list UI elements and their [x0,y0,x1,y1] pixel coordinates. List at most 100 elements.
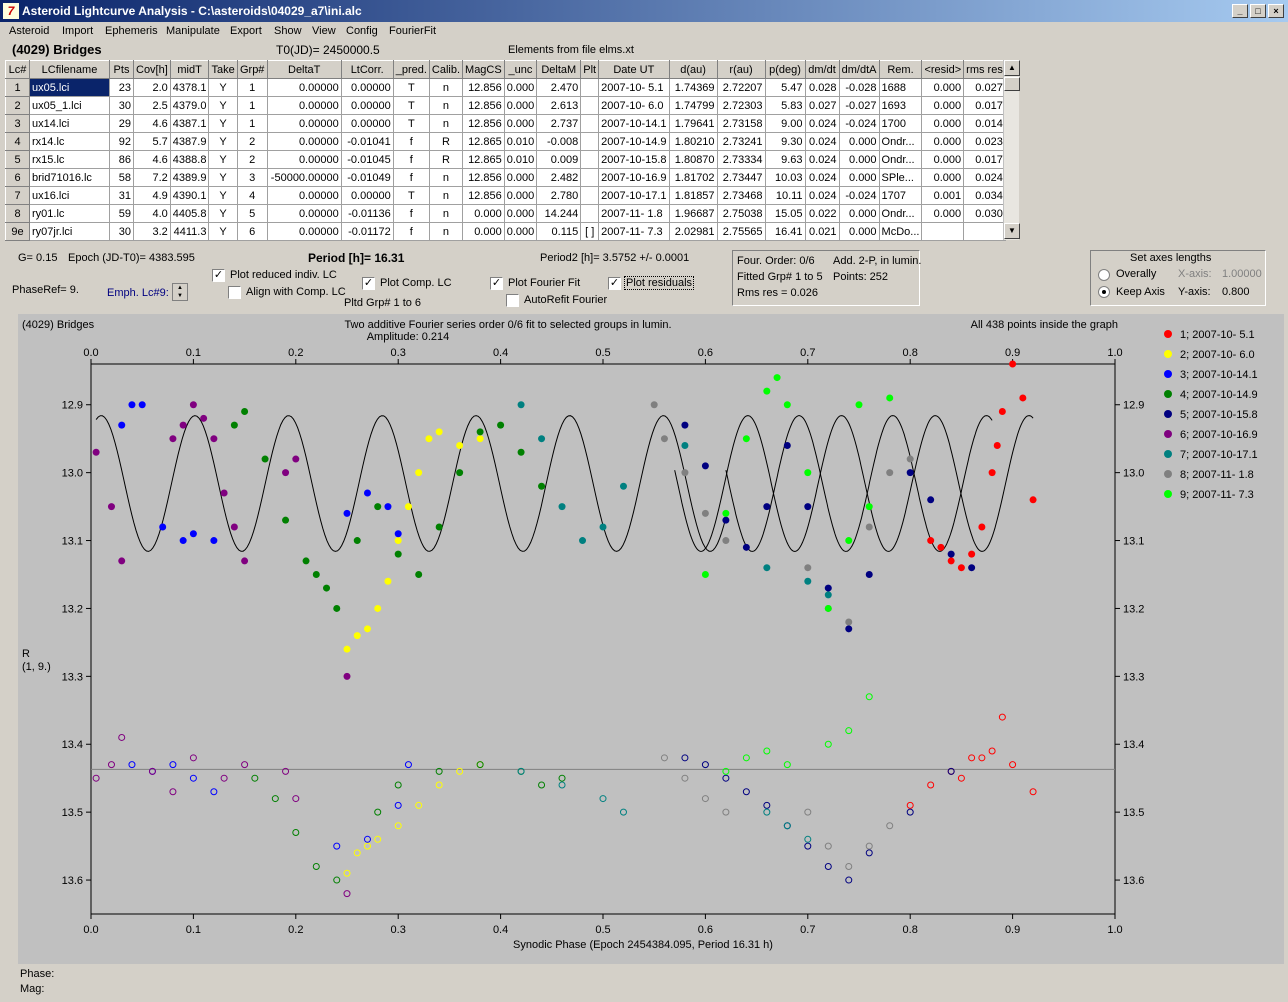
row-header[interactable]: 7 [5,186,30,205]
table-cell[interactable]: T [392,78,430,97]
table-cell[interactable]: Y [208,204,238,223]
table-cell[interactable]: 2.73241 [716,132,766,151]
table-cell[interactable]: 0.000 [838,222,880,241]
table-cell[interactable]: 2007-10-17.1 [598,186,670,205]
table-cell[interactable]: 1.81857 [668,186,718,205]
lightcurve-table[interactable]: Lc# LCfilename Pts Cov[h] midT Take Grp# DeltaT… [5,60,1006,241]
row-header[interactable]: 3 [5,114,30,133]
table-cell[interactable]: 2.737 [536,114,582,133]
minimize-button[interactable]: _ [1232,4,1248,18]
table-cell[interactable]: 1.80870 [668,150,718,169]
table-cell[interactable]: 2 [236,132,268,151]
table-cell[interactable]: 2007-10- 5.1 [598,78,670,97]
table-cell[interactable]: 5.47 [764,78,806,97]
table-cell[interactable]: ux05_1.lci [29,96,110,115]
table-cell[interactable]: T [392,114,430,133]
column-header[interactable]: Cov[h] [133,60,171,79]
table-cell[interactable]: Ondr... [878,132,923,151]
row-header[interactable]: 9e [5,222,30,241]
column-header[interactable]: r(au) [716,60,766,79]
column-header[interactable]: LtCorr. [340,60,394,79]
table-cell[interactable]: Y [208,222,238,241]
table-cell[interactable]: 0.00000 [266,78,342,97]
table-cell[interactable]: 2007-11- 1.8 [598,204,670,223]
table-cell[interactable]: 2.73158 [716,114,766,133]
table-cell[interactable]: 9.63 [764,150,806,169]
table-cell[interactable]: 0.00000 [340,96,394,115]
table-cell[interactable]: n [428,168,464,187]
row-header[interactable]: 1 [5,78,30,97]
table-cell[interactable]: 2.482 [536,168,582,187]
table-cell[interactable]: f [392,204,430,223]
scroll-thumb[interactable] [1004,77,1020,91]
table-cell[interactable]: 4378.1 [169,78,210,97]
menu-view[interactable]: View [312,25,336,37]
table-cell[interactable]: 0.024 [804,186,840,205]
table-cell[interactable]: 0.115 [536,222,582,241]
table-cell[interactable]: 2007-10- 6.0 [598,96,670,115]
table-cell[interactable]: Y [208,114,238,133]
table-cell[interactable]: ux16.lci [29,186,110,205]
table-cell[interactable]: n [428,96,464,115]
row-header[interactable]: 8 [5,204,30,223]
table-cell[interactable]: 9.00 [764,114,806,133]
table-cell[interactable]: -0.01172 [340,222,394,241]
table-cell[interactable]: 4379.0 [169,96,210,115]
column-header[interactable]: dm/dtA [838,60,880,79]
table-row[interactable]: 3 ux14.lci 29 4.6 4387.1 Y 1 0.00000 0.00000 Tn 12… [5,114,1006,133]
table-cell[interactable]: 1700 [878,114,923,133]
menu-ephemeris[interactable]: Ephemeris [105,25,158,37]
table-cell[interactable]: 4 [236,186,268,205]
row-header[interactable]: 4 [5,132,30,151]
table-cell[interactable]: -0.028 [838,78,880,97]
table-cell[interactable]: 2 [236,150,268,169]
table-cell[interactable]: 0.010 [503,132,538,151]
plot-comp-checkbox[interactable]: ✓ [362,277,375,290]
table-cell[interactable]: 4390.1 [169,186,210,205]
table-cell[interactable]: 6 [236,222,268,241]
table-cell[interactable]: -0.01136 [340,204,394,223]
table-cell[interactable]: 4411.3 [169,222,210,241]
table-cell[interactable]: 12.856 [462,168,505,187]
table-cell[interactable]: n [428,186,464,205]
table-row[interactable]: 7 ux16.lci 31 4.9 4390.1 Y 4 0.00000 0.00000 Tn 12… [5,186,1006,205]
table-cell[interactable]: 0.024 [804,132,840,151]
column-header[interactable]: Calib. [428,60,464,79]
table-cell[interactable]: n [428,78,464,97]
column-header[interactable]: Grp# [236,60,268,79]
table-cell[interactable]: f [392,222,430,241]
column-header[interactable]: rms res [963,60,1006,79]
table-cell[interactable]: Y [208,78,238,97]
scroll-down-button[interactable]: ▼ [1004,223,1020,239]
table-cell[interactable]: -0.027 [838,96,880,115]
table-cell[interactable]: 4.6 [133,114,171,133]
table-cell[interactable]: f [392,150,430,169]
table-cell[interactable]: 1.74799 [668,96,718,115]
table-cell[interactable]: 1693 [878,96,923,115]
table-cell[interactable] [580,78,600,97]
table-row[interactable]: 9e ry07jr.lci 30 3.2 4411.3 Y 6 0.00000 -0.01172… [5,222,1006,241]
table-cell[interactable]: 0.00000 [266,186,342,205]
table-cell[interactable]: Y [208,168,238,187]
table-cell[interactable]: 4405.8 [169,204,210,223]
table-cell[interactable]: 2.780 [536,186,582,205]
table-cell[interactable]: R [428,150,464,169]
table-cell[interactable]: 12.865 [462,132,505,151]
table-cell[interactable]: 2.73468 [716,186,766,205]
lightcurve-plot-panel[interactable]: 0.0 0.0 0.1 0.1 0.2 0.2 0.3 0.3 0.4 0.4 0.5 0.5 0.6 0… [18,314,1284,964]
menu-fourierfit[interactable]: FourierFit [389,25,436,37]
column-header[interactable]: DeltaM [536,60,582,79]
table-cell[interactable]: 2007-10-14.9 [598,132,670,151]
table-cell[interactable]: 0.000 [503,186,538,205]
table-cell[interactable]: -50000.00000 [266,168,342,187]
table-cell[interactable]: brid71016.lc [29,168,110,187]
table-cell[interactable]: 0.000 [921,78,965,97]
table-cell[interactable]: 4.0 [133,204,171,223]
plot-area[interactable] [90,363,1116,915]
table-cell[interactable]: 10.03 [764,168,806,187]
column-header[interactable]: LCfilename [29,60,110,79]
plot-reduced-checkbox[interactable]: ✓ [212,269,225,282]
column-header[interactable]: MagCS [462,60,505,79]
menu-manipulate[interactable]: Manipulate [166,25,220,37]
row-header[interactable]: 6 [5,168,30,187]
